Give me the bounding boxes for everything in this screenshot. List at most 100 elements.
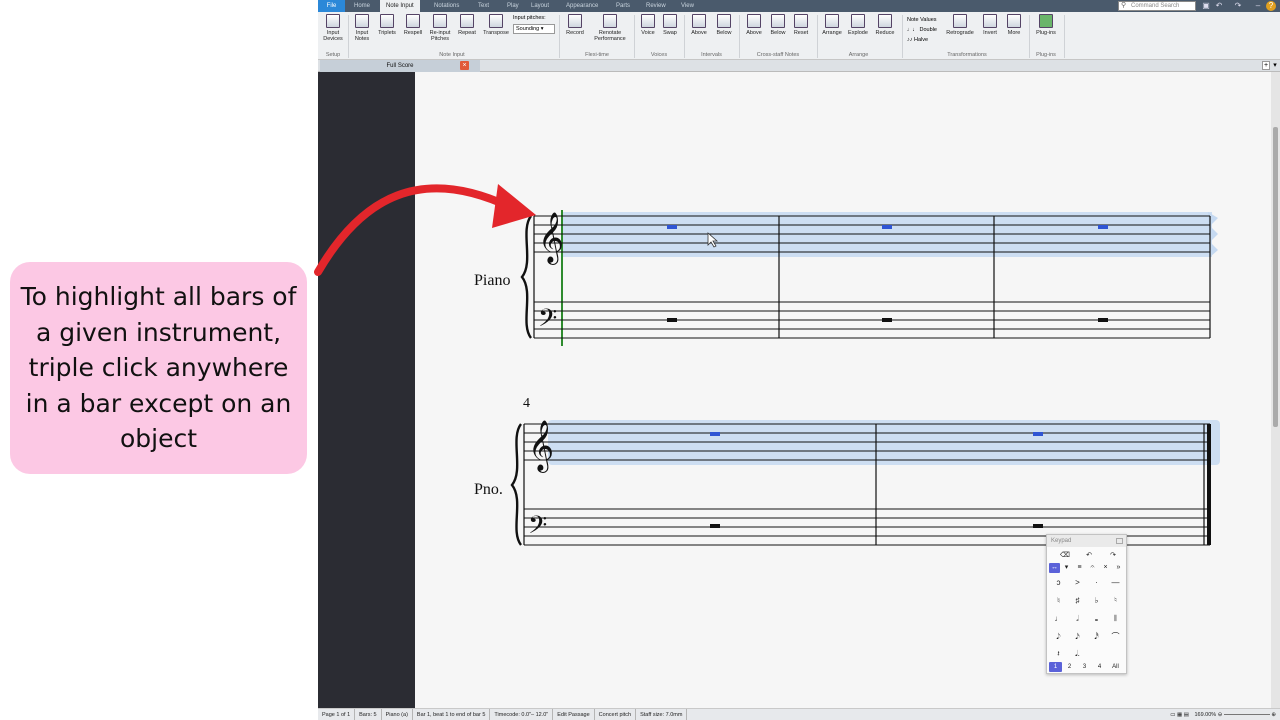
below-icon	[717, 14, 731, 28]
keypad-key[interactable]: 𝄃	[1106, 611, 1125, 626]
arrange-icon	[825, 14, 839, 28]
more-button[interactable]: More	[1003, 14, 1025, 36]
arrow-curve	[314, 184, 524, 276]
voice-button[interactable]: Voice	[638, 14, 658, 36]
invert-button[interactable]: Invert	[979, 14, 1001, 36]
group-label-transformations: Transformations	[947, 52, 987, 58]
half-note-key[interactable]: 𝅗𝅥	[1068, 611, 1087, 626]
halve-label: Halve	[914, 37, 929, 43]
swap-icon	[663, 14, 677, 28]
group-label-arrange: Arrange	[848, 52, 869, 58]
layout-tab-3[interactable]: 3	[1077, 662, 1092, 672]
search-icon: ⚲	[1121, 2, 1127, 9]
reset-button[interactable]: Reset	[790, 14, 812, 36]
undo-icon[interactable]: ↶	[1214, 1, 1224, 11]
double-button[interactable]: ♩♩ Double	[907, 25, 947, 35]
tab-review[interactable]: Review	[640, 0, 672, 12]
keypad-layout-tabs: 1 2 3 4 All	[1049, 662, 1124, 672]
record-label: Record	[566, 30, 584, 36]
rest-key[interactable]: 𝄽	[1049, 646, 1068, 661]
keypad-key[interactable]: >	[1068, 575, 1087, 590]
keypad-key[interactable]: »	[1112, 563, 1125, 573]
keypad-key[interactable]: ·	[1087, 575, 1106, 590]
status-pitch: Concert pitch	[595, 709, 637, 720]
staff-above-button[interactable]: Above	[743, 14, 765, 36]
keypad-key[interactable]: —	[1106, 575, 1125, 590]
group-separator	[902, 15, 903, 58]
voice-icon	[641, 14, 655, 28]
help-icon[interactable]: ?	[1266, 1, 1276, 11]
retrograde-label: Retrograde	[946, 30, 974, 36]
whole-note-key[interactable]: 𝅝	[1087, 611, 1106, 626]
scroll-thumb[interactable]	[1273, 127, 1278, 427]
status-bars: Bars: 5	[355, 709, 382, 720]
keypad-key[interactable]: ▾	[1060, 563, 1073, 573]
group-separator	[1029, 15, 1030, 58]
interval-below-button[interactable]: Below	[713, 14, 735, 36]
staff-below-icon	[771, 14, 785, 28]
sharp-key[interactable]: ♯	[1068, 593, 1087, 608]
tie-key[interactable]: ⌒	[1106, 629, 1125, 644]
add-tab-button[interactable]: +	[1262, 61, 1270, 70]
keypad-close-icon[interactable]	[1116, 538, 1123, 544]
group-separator	[634, 15, 635, 58]
arrange-button[interactable]: Arrange	[820, 14, 844, 36]
dot-key[interactable]: 𝅘𝅥.	[1068, 646, 1087, 661]
zoom-in-icon[interactable]: ⊕	[1271, 712, 1276, 718]
keypad-key[interactable]	[1087, 646, 1106, 661]
swap-button[interactable]: Swap	[660, 14, 680, 36]
save-icon[interactable]: ▣	[1201, 1, 1211, 11]
keypad-key[interactable]: ×	[1099, 563, 1112, 573]
interval-above-button[interactable]: Above	[688, 14, 710, 36]
natural-key[interactable]: ♮	[1049, 593, 1068, 608]
flat-key[interactable]: ♭	[1087, 593, 1106, 608]
arrange-label: Arrange	[822, 30, 842, 36]
explode-icon	[851, 14, 865, 28]
plugins-label: Plug-ins	[1036, 30, 1056, 36]
layout-tab-2[interactable]: 2	[1062, 662, 1077, 672]
keypad-key[interactable]: ♮	[1106, 593, 1125, 608]
tab-appearance[interactable]: Appearance	[560, 0, 604, 12]
keypad-key[interactable]: ɔ	[1049, 575, 1068, 590]
command-search-input[interactable]: ⚲ Command Search	[1118, 1, 1196, 11]
record-icon	[568, 14, 582, 28]
staff-below-button[interactable]: Below	[767, 14, 789, 36]
tab-parts[interactable]: Parts	[610, 0, 636, 12]
quarter-note-key[interactable]: ♩	[1049, 611, 1068, 626]
layout-tab-4[interactable]: 4	[1092, 662, 1107, 672]
view-icon[interactable]: ▭ ▦ ▤	[1170, 712, 1189, 718]
tab-menu-icon[interactable]: ▾	[1271, 61, 1279, 70]
thirtysecond-note-key[interactable]: 𝅘𝅥𝅰	[1087, 629, 1106, 644]
backspace-key[interactable]: ⌫	[1053, 551, 1077, 561]
zoom-out-icon[interactable]: ⊖	[1218, 712, 1223, 718]
keypad-layout-key[interactable]: ↔	[1049, 563, 1060, 573]
keypad-key[interactable]: ≡	[1073, 563, 1086, 573]
retrograde-button[interactable]: Retrograde	[944, 14, 976, 36]
explode-button[interactable]: Explode	[846, 14, 870, 36]
keypad-key[interactable]: 𝄐	[1086, 563, 1099, 573]
status-instrument: Piano (a)	[382, 709, 413, 720]
reduce-button[interactable]: Reduce	[873, 14, 897, 36]
eighth-note-key[interactable]: 𝅘𝅥𝅮	[1049, 629, 1068, 644]
record-button[interactable]: Record	[564, 14, 586, 36]
more-icon	[1007, 14, 1021, 28]
group-label-plugins: Plug-ins	[1036, 52, 1056, 58]
voice-label: Voice	[641, 30, 655, 36]
renotate-button[interactable]: Renotate Performance	[590, 14, 630, 42]
group-separator	[684, 15, 685, 58]
tab-view[interactable]: View	[675, 0, 700, 12]
plugins-button[interactable]: Plug-ins	[1032, 14, 1060, 36]
vertical-scrollbar[interactable]	[1271, 72, 1280, 708]
keypad-panel[interactable]: Keypad ⌫ ↶ ↷ ↔ ▾ ≡ 𝄐 × » ɔ > · — ♮ ♯ ♭ ♮…	[1046, 534, 1127, 674]
halve-button[interactable]: ♪♪ Halve	[907, 35, 947, 45]
layout-tab-1[interactable]: 1	[1049, 662, 1062, 672]
layout-tab-all[interactable]: All	[1107, 662, 1124, 672]
zoom-slider[interactable]	[1223, 714, 1270, 716]
minimize-icon[interactable]: –	[1253, 1, 1263, 11]
redo-key[interactable]: ↷	[1101, 551, 1125, 561]
reset-icon	[794, 14, 808, 28]
undo-key[interactable]: ↶	[1077, 551, 1101, 561]
redo-icon[interactable]: ↷	[1233, 1, 1243, 11]
sixteenth-note-key[interactable]: 𝅘𝅥𝅯	[1068, 629, 1087, 644]
pointer-arrow	[314, 184, 536, 276]
